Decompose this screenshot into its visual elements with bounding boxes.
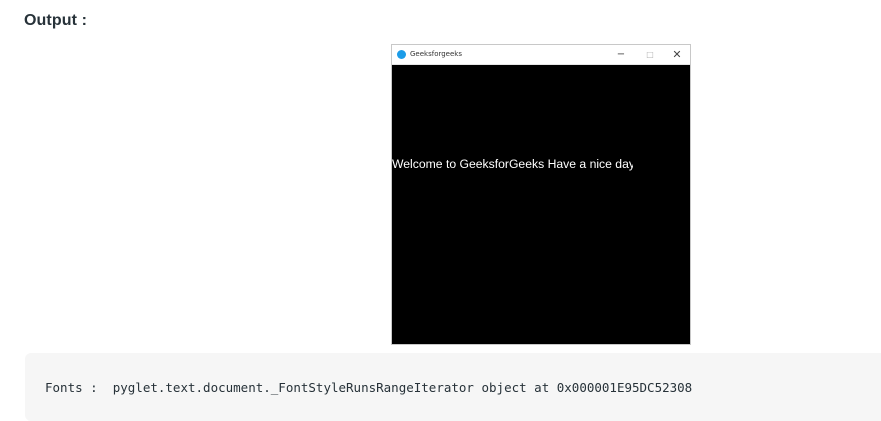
window-client-area[interactable]: Welcome to GeeksforGeeks Have a nice day — [392, 65, 690, 344]
pyglet-window: Geeksforgeeks − □ ✕ Welcome to GeeksforG… — [391, 44, 691, 345]
code-output-text: Fonts : pyglet.text.document._FontStyleR… — [45, 380, 693, 395]
welcome-text: Welcome to GeeksforGeeks Have a nice day — [392, 157, 633, 171]
output-heading: Output : — [24, 12, 87, 29]
maximize-button[interactable]: □ — [638, 47, 662, 62]
code-output-block: Fonts : pyglet.text.document._FontStyleR… — [25, 353, 881, 421]
window-titlebar[interactable]: Geeksforgeeks − □ ✕ — [392, 45, 690, 65]
minimize-button[interactable]: − — [609, 47, 633, 62]
close-button[interactable]: ✕ — [665, 47, 689, 62]
app-icon — [397, 50, 406, 59]
window-title: Geeksforgeeks — [410, 50, 462, 58]
